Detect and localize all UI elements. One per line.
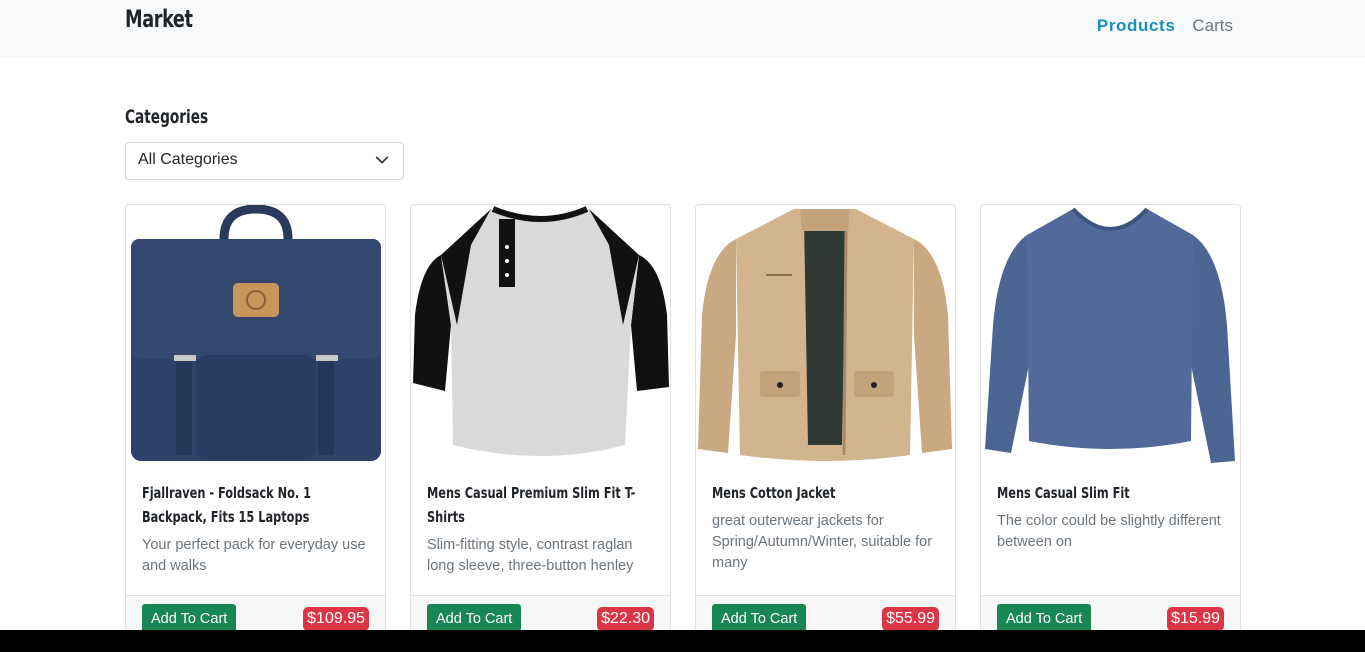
longsleeve-image	[981, 205, 1240, 465]
product-description: The color could be slightly different be…	[997, 513, 1221, 550]
product-grid: Fjallraven - Foldsack No. 1 Backpack, Fi…	[125, 204, 1241, 630]
product-description: great outerwear jackets for Spring/Autum…	[712, 513, 933, 571]
add-to-cart-button[interactable]: Add To Cart	[427, 604, 522, 630]
card-footer: Add To Cart $15.99	[981, 595, 1240, 630]
price-badge: $22.30	[597, 607, 654, 630]
category-select[interactable]: All Categories	[125, 142, 404, 180]
product-card: Mens Casual Slim Fit The color could be …	[980, 204, 1241, 630]
product-card: Fjallraven - Foldsack No. 1 Backpack, Fi…	[125, 204, 386, 630]
brand-logo[interactable]: Market	[125, 5, 193, 33]
page: Market Products Carts Categories All Cat…	[0, 0, 1365, 630]
add-to-cart-button[interactable]: Add To Cart	[142, 604, 237, 630]
nav-links: Products Carts	[1097, 16, 1233, 36]
jacket-image	[696, 205, 955, 465]
tshirt-image	[411, 205, 670, 465]
nav-link-products[interactable]: Products	[1097, 16, 1175, 36]
product-card: Mens Casual Premium Slim Fit T-Shirts Sl…	[410, 204, 671, 630]
product-card: Mens Cotton Jacket great outerwear jacke…	[695, 204, 956, 630]
card-footer: Add To Cart $55.99	[696, 595, 955, 630]
card-footer: Add To Cart $22.30	[411, 595, 670, 630]
categories-label: Categories	[125, 106, 209, 128]
product-description: Your perfect pack for everyday use and w…	[142, 537, 366, 574]
add-to-cart-button[interactable]: Add To Cart	[997, 604, 1092, 630]
product-title[interactable]: Mens Casual Premium Slim Fit T-Shirts	[427, 481, 654, 529]
product-title[interactable]: Mens Casual Slim Fit	[997, 481, 1224, 505]
price-badge: $109.95	[303, 607, 369, 630]
product-title[interactable]: Fjallraven - Foldsack No. 1 Backpack, Fi…	[142, 481, 369, 529]
price-badge: $15.99	[1167, 607, 1224, 630]
chevron-down-icon	[375, 156, 389, 164]
category-select-value: All Categories	[138, 151, 238, 168]
product-description: Slim-fitting style, contrast raglan long…	[427, 537, 634, 574]
backpack-image	[126, 205, 385, 465]
price-badge: $55.99	[882, 607, 939, 630]
navbar: Market Products Carts	[0, 0, 1365, 57]
card-footer: Add To Cart $109.95	[126, 595, 385, 630]
product-title[interactable]: Mens Cotton Jacket	[712, 481, 939, 505]
add-to-cart-button[interactable]: Add To Cart	[712, 604, 807, 630]
nav-link-carts[interactable]: Carts	[1192, 16, 1233, 36]
